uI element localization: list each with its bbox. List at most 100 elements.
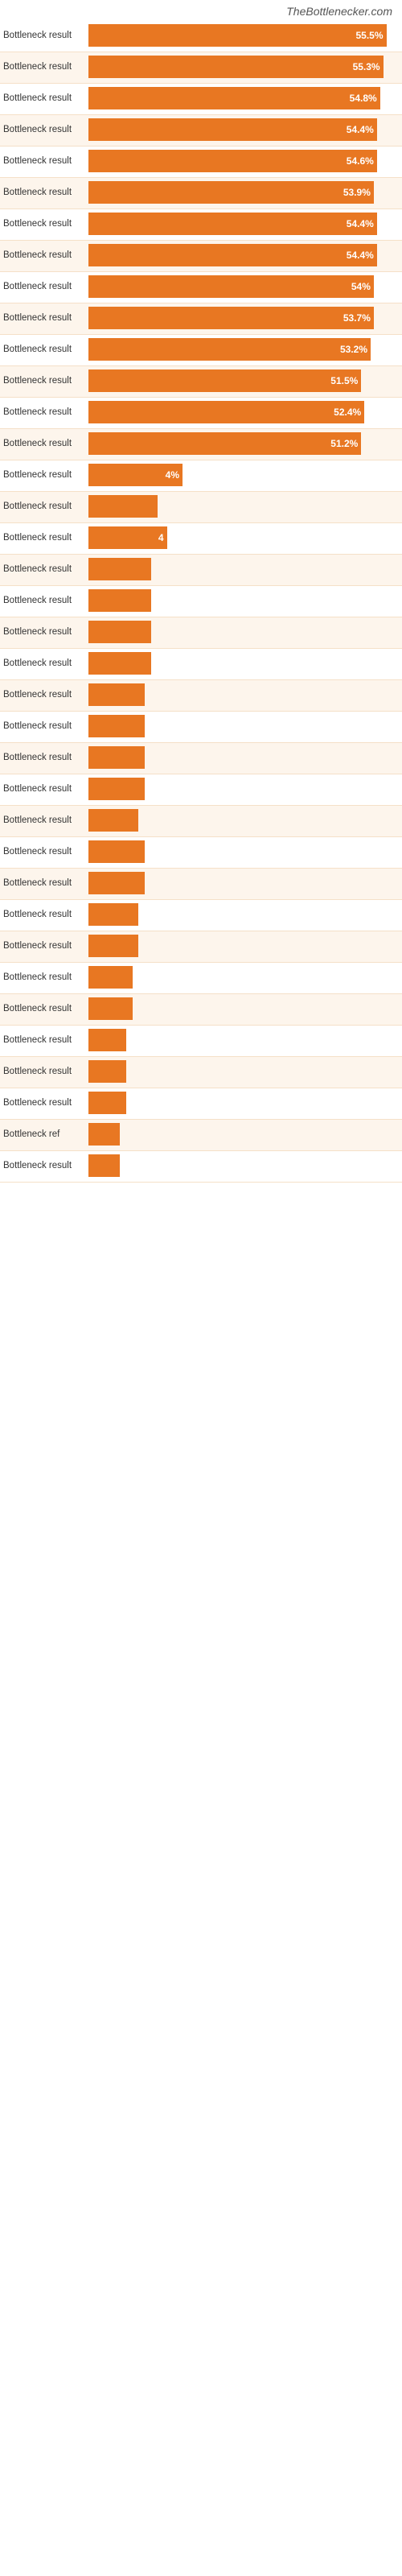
bar-label: Bottleneck result [0,972,88,982]
bar-container: 53.9% [88,181,402,204]
bar-container: 4 [88,526,402,549]
site-title: TheBottlenecker.com [286,5,392,18]
bar-label: Bottleneck result [0,815,88,825]
bar-row: Bottleneck result [0,900,402,931]
bar-row: Bottleneck result [0,743,402,774]
bar-label: Bottleneck result [0,784,88,794]
bar-value: 52.4% [334,407,361,418]
bar-row: Bottleneck result 52.4% [0,398,402,429]
bar-row: Bottleneck result [0,680,402,712]
bar-fill: 51.2% [88,432,361,455]
bar-value: 54.4% [347,218,374,229]
bar-container [88,558,402,580]
bar-fill [88,966,133,989]
bar-label: Bottleneck result [0,533,88,543]
bar-value: 53.9% [343,187,371,198]
bar-value: 54.4% [347,124,374,135]
bar-label: Bottleneck result [0,125,88,134]
bar-fill [88,1092,126,1114]
bar-container: 51.2% [88,432,402,455]
bar-label: Bottleneck result [0,407,88,417]
bar-value: 53.2% [340,344,367,355]
bar-row: Bottleneck result51.2% [0,429,402,460]
bar-fill [88,589,151,612]
bar-label: Bottleneck result [0,910,88,919]
bar-fill [88,746,145,769]
bar-container: 54.4% [88,213,402,235]
bar-fill [88,715,145,737]
bar-container [88,683,402,706]
bar-label: Bottleneck result [0,753,88,762]
bar-fill: 54.4% [88,244,377,266]
bar-container [88,1092,402,1114]
bar-label: Bottleneck ref [0,1129,88,1139]
bar-container [88,778,402,800]
bar-fill: 55.5% [88,24,387,47]
bar-container [88,589,402,612]
bar-container: 54.4% [88,244,402,266]
bar-value: 55.3% [353,61,380,72]
bar-label: Bottleneck result [0,188,88,197]
bar-label: Bottleneck result [0,1067,88,1076]
bar-row: Bottleneck result51.5% [0,366,402,398]
bar-container [88,872,402,894]
bar-container [88,495,402,518]
bar-fill [88,558,151,580]
bar-row: Bottleneck result 53.9% [0,178,402,209]
bar-label: Bottleneck result [0,313,88,323]
bar-label: Bottleneck result [0,282,88,291]
bar-fill: 53.9% [88,181,374,204]
bar-label: Bottleneck result [0,1004,88,1013]
bar-row: Bottleneck result [0,963,402,994]
bar-container: 54.6% [88,150,402,172]
bar-row: Bottleneck result [0,869,402,900]
bar-label: Bottleneck result [0,564,88,574]
bar-row: Bottleneck result 54.4% [0,209,402,241]
bar-fill [88,872,145,894]
bar-container [88,746,402,769]
bar-label: Bottleneck result [0,31,88,40]
bar-row: Bottleneck result [0,617,402,649]
bar-fill: 53.7% [88,307,374,329]
bar-row: Bottleneck result [0,712,402,743]
bar-fill: 52.4% [88,401,364,423]
bar-fill: 51.5% [88,369,361,392]
bar-label: Bottleneck result [0,219,88,229]
bar-container [88,997,402,1020]
bar-row: Bottleneck result 54.4% [0,115,402,147]
bar-label: Bottleneck result [0,1161,88,1170]
bar-row: Bottleneck result [0,649,402,680]
bar-label: Bottleneck result [0,658,88,668]
bar-row: Bottleneck result [0,806,402,837]
bar-container: 54% [88,275,402,298]
bar-fill: 4% [88,464,183,486]
bar-value: 53.7% [343,312,371,324]
bar-container: 51.5% [88,369,402,392]
bar-label: Bottleneck result [0,345,88,354]
bar-fill [88,1060,126,1083]
bar-fill: 54.4% [88,213,377,235]
bar-row: Bottleneck result [0,1088,402,1120]
bar-fill: 54.6% [88,150,377,172]
bar-row: Bottleneck ref [0,1120,402,1151]
bar-fill [88,903,138,926]
bar-container: 53.7% [88,307,402,329]
bar-fill [88,840,145,863]
bar-row: Bottleneck result 54.8% [0,84,402,115]
bar-row: Bottleneck result [0,994,402,1026]
bar-value: 54.8% [350,93,377,104]
bar-fill [88,1123,120,1146]
bar-label: Bottleneck result [0,941,88,951]
bar-container [88,809,402,832]
bar-row: Bottleneck result [0,837,402,869]
bar-label: Bottleneck result [0,1035,88,1045]
bar-row: Bottleneck result 53.2% [0,335,402,366]
bar-row: Bottleneck result54.4% [0,241,402,272]
bar-label: Bottleneck result [0,721,88,731]
bar-label: Bottleneck result [0,376,88,386]
bar-label: Bottleneck result [0,93,88,103]
bar-container: 4% [88,464,402,486]
bar-value: 4 [158,532,164,543]
bar-label: Bottleneck result [0,439,88,448]
bar-row: Bottleneck result 53.7% [0,303,402,335]
